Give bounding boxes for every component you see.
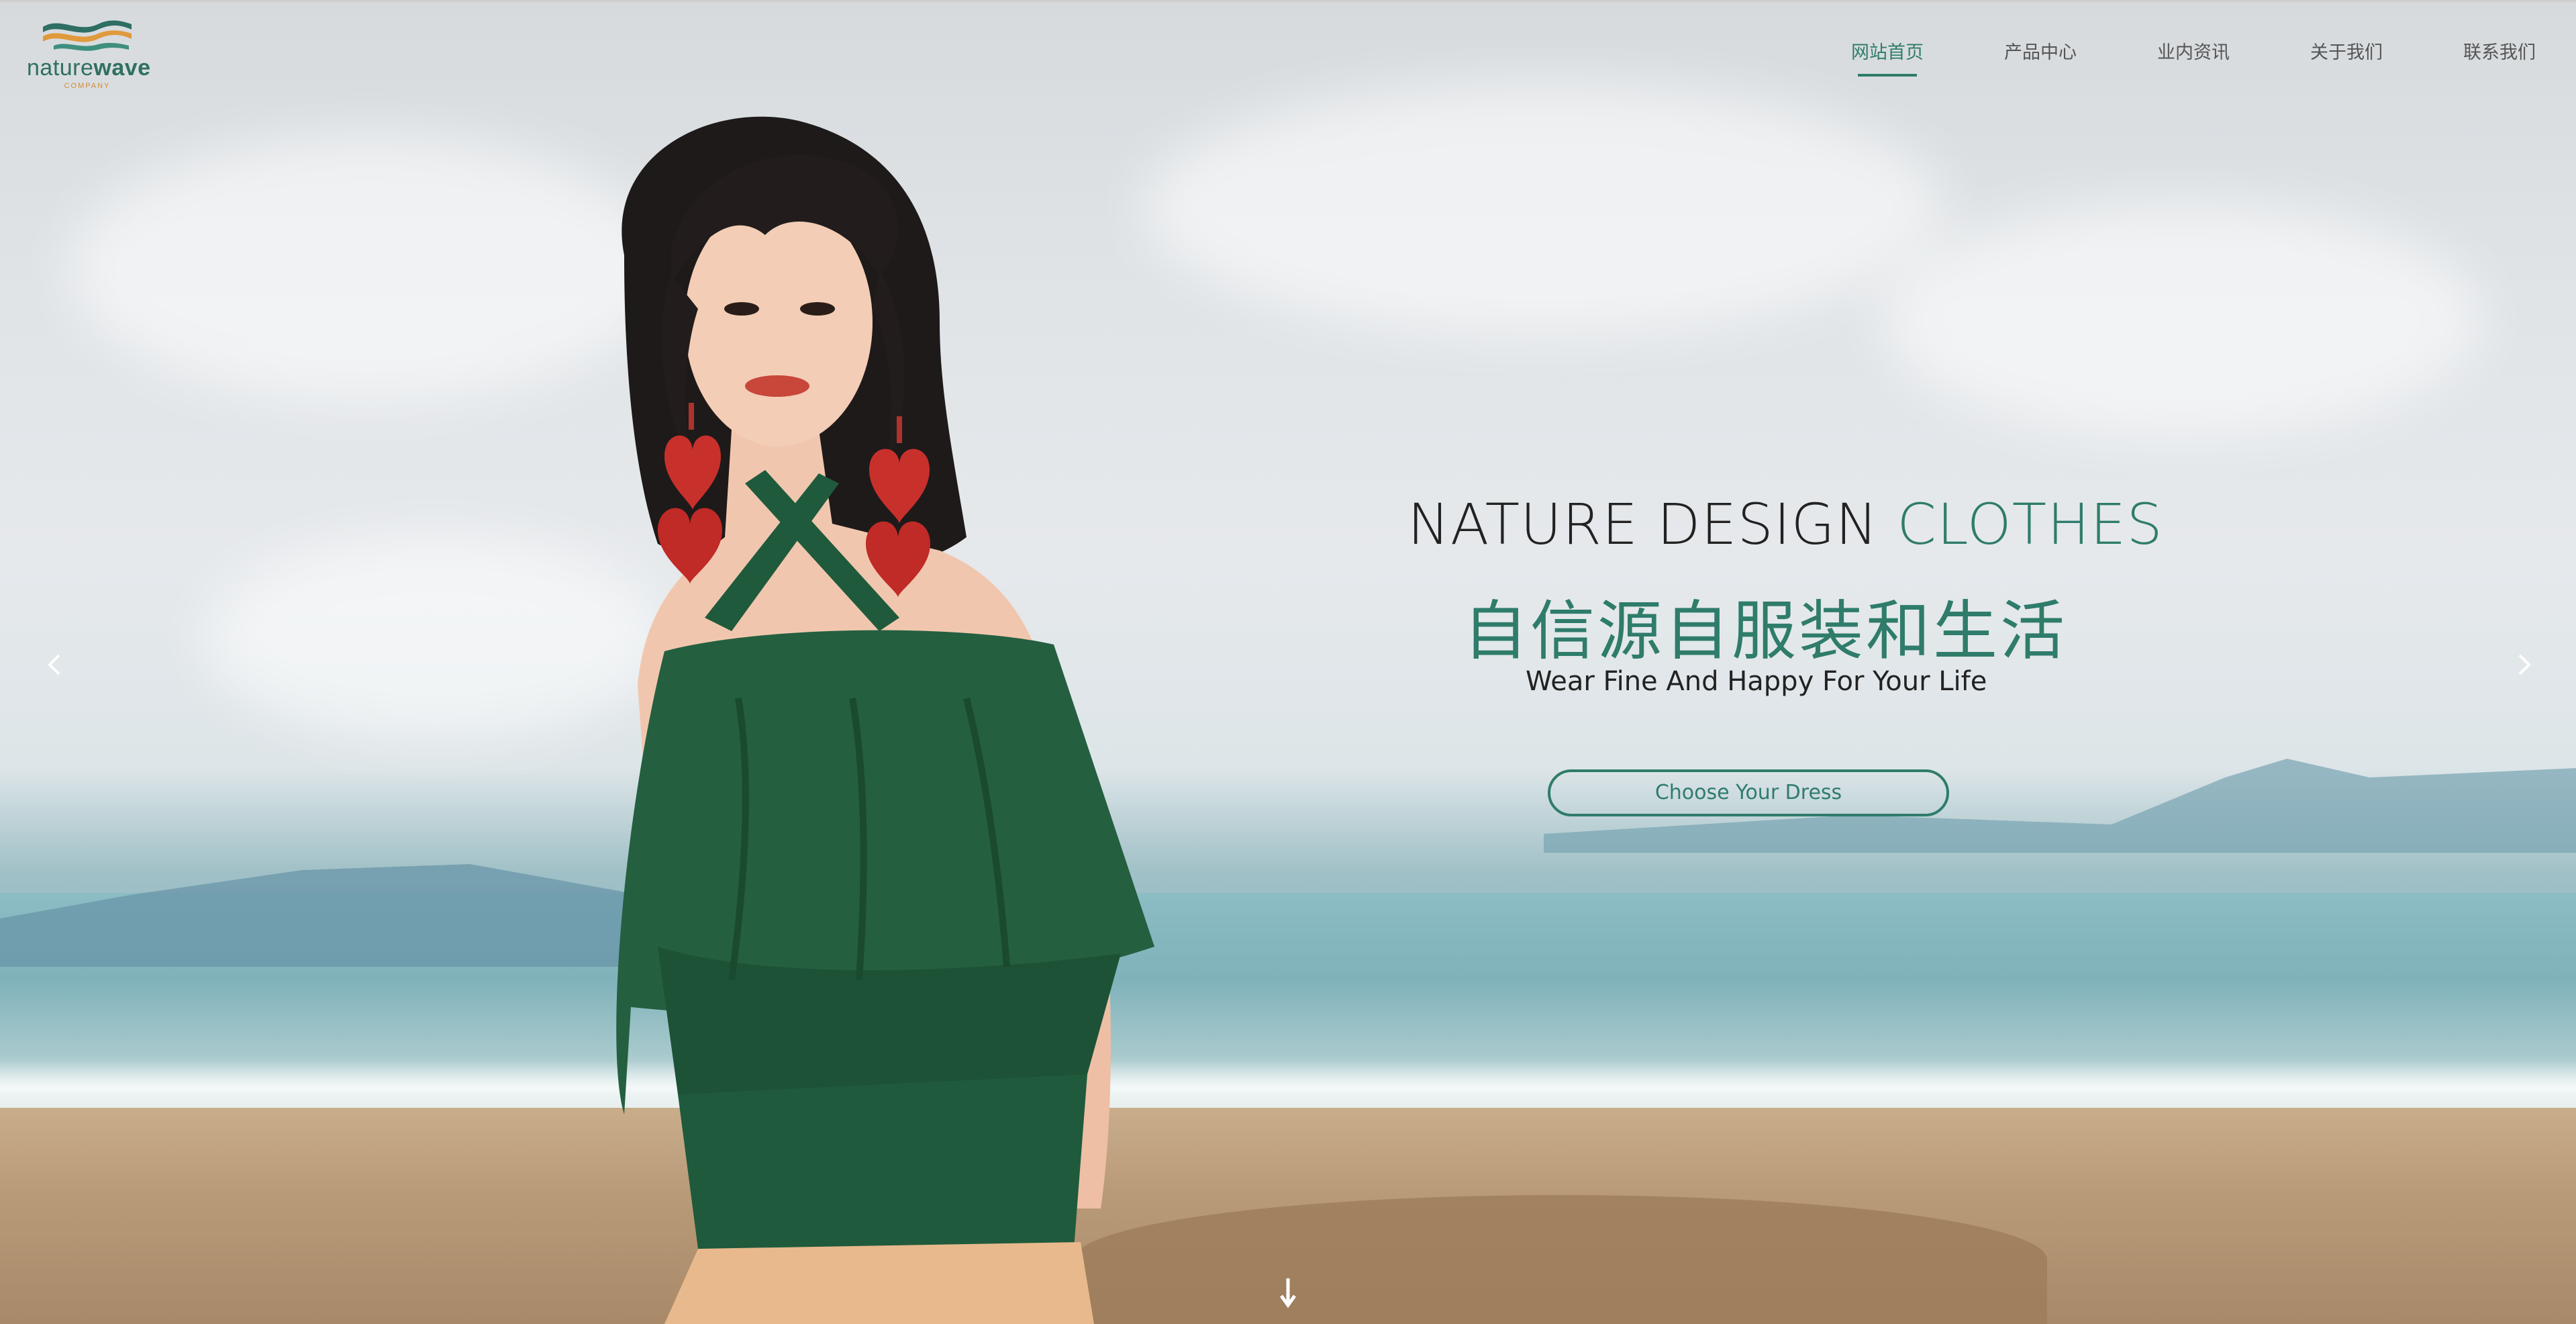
wave-logo-icon [43,20,132,51]
nav-item-products[interactable]: 产品中心 [2004,38,2077,78]
hero-headline: NATURE DESIGN CLOTHES [1407,491,2163,557]
brand-logo[interactable]: naturewave COMPANY [27,16,151,97]
hero-subtitle-en: Wear Fine And Happy For Your Life [1526,666,1987,697]
headline-accent: CLOTHES [1897,491,2163,557]
brand-name: naturewave [27,55,151,81]
arrow-down-icon[interactable] [1278,1276,1298,1309]
chevron-left-icon[interactable] [42,651,68,678]
choose-dress-button[interactable]: Choose Your Dress [1548,769,1949,816]
hero-subtitle-cn: 自信源自服装和生活 [1463,594,2067,669]
nav-item-home[interactable]: 网站首页 [1851,38,1924,78]
top-border [0,0,2576,2]
hero-banner: naturewave COMPANY 网站首页 产品中心 业内资讯 关于我们 联… [0,0,2576,1324]
main-nav: 网站首页 产品中心 业内资讯 关于我们 联系我们 [1771,38,2536,78]
nav-item-contact[interactable]: 联系我们 [2463,38,2536,78]
nav-item-about[interactable]: 关于我们 [2310,38,2383,78]
headline-dark: NATURE DESIGN [1407,491,1897,557]
brand-tagline: COMPANY [64,82,111,90]
nav-item-news[interactable]: 业内资讯 [2157,38,2230,78]
model-photo [616,116,1154,1324]
cloud [1879,201,2483,436]
chevron-right-icon[interactable] [2510,651,2537,678]
